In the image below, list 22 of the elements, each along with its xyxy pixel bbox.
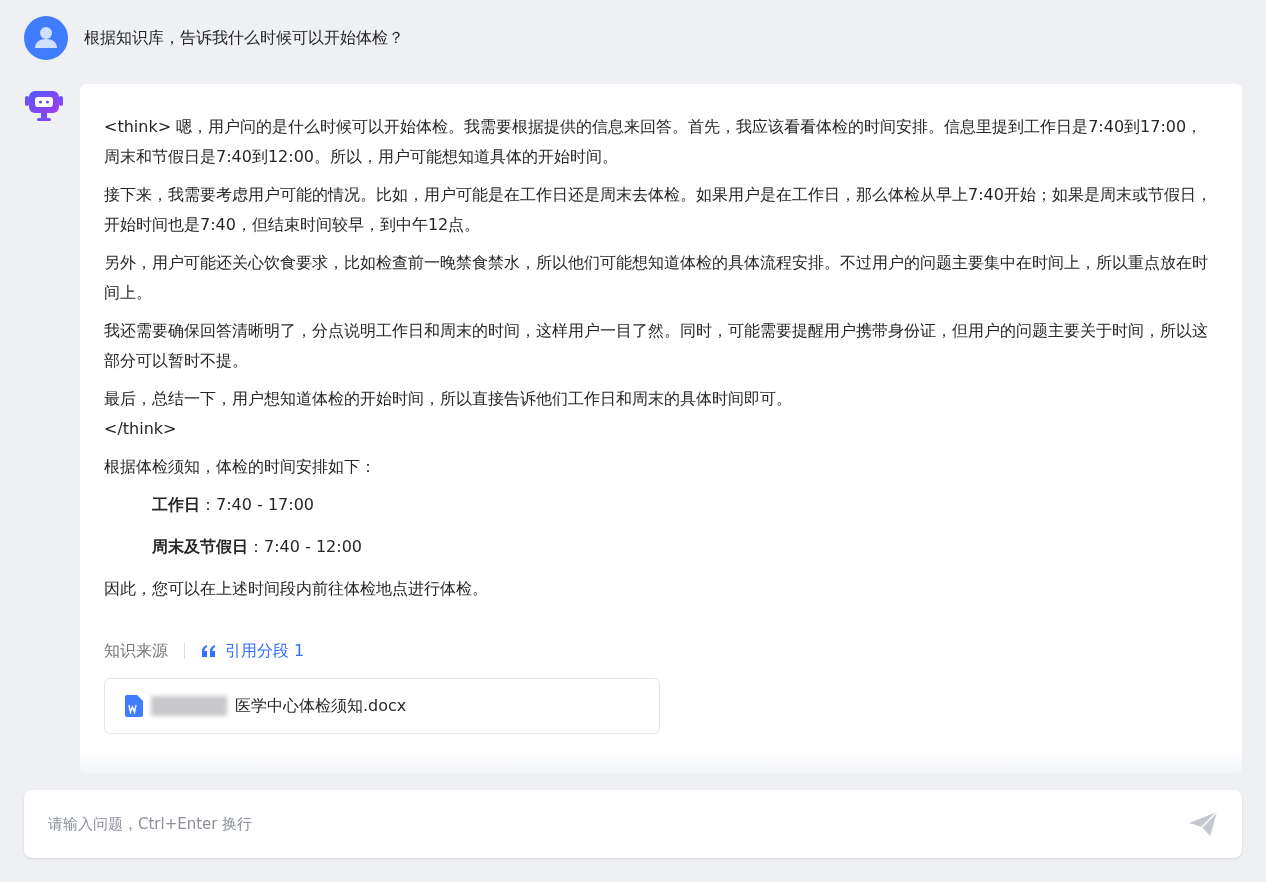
think-close-tag: </think> [104,414,1218,444]
schedule-item: 周末及节假日：7:40 - 12:00 [151,536,363,558]
send-icon[interactable] [1188,811,1218,837]
robot-avatar-icon [24,88,64,124]
think-paragraph: 最后，总结一下，用户想知道体检的开始时间，所以直接告诉他们工作日和周末的具体时间即可。 [104,388,793,410]
sources-label: 知识来源 [104,640,168,662]
question-input[interactable]: 请输入问题，Ctrl+Enter 换行 [48,812,1188,836]
think-paragraph: 我还需要确保回答清晰明了，分点说明工作日和周末的时间，这样用户一目了然。同时，可能需要提醒用户携带身份证，但用户的问题主要关于时间，所以这部分可以暂时不提。 [104,320,1209,372]
user-message: 根据知识库，告诉我什么时候可以开始体检？ [84,27,404,49]
file-name: 医学中心体检须知.docx [235,695,407,717]
answer-intro: 根据体检须知，体检的时间安排如下： [104,456,377,478]
think-paragraph: <think> 嗯，用户问的是什么时候可以开始体检。我需要根据提供的信息来回答。首先，我应该看看体检的时间安排。信息里提到工作日是7:40到17:00，周末和节假日是7:40到12:00。所以，用户可能想知道具体的开始时间。 [104,116,1204,168]
answer-conclusion: 因此，您可以在上述时间段内前往体检地点进行体检。 [104,578,489,600]
user-avatar-icon [24,16,68,60]
question-field[interactable]: 请输入问题，Ctrl+Enter 换行 [24,790,1242,858]
think-paragraph: 接下来，我需要考虑用户可能的情况。比如，用户可能是在工作日还是周末去体检。如果用户是在工作日，那么体检从早上7:40开始；如果是周末或节假日，开始时间也是7:40，但结束时间较早，到中午12点。 [104,184,1213,236]
schedule-item: 工作日：7:40 - 17:00 [151,494,315,516]
quote-icon [201,645,217,657]
file-card[interactable]: 医学中心体检须知.docx [104,678,660,734]
citation-link[interactable]: 引用分段 1 [201,636,305,666]
think-paragraph: 另外，用户可能还关心饮食要求，比如检查前一晚禁食禁水，所以他们可能想知道体检的具体流程安排。不过用户的问题主要集中在时间上，所以重点放在时间上。 [104,252,1209,304]
word-file-icon [125,695,143,717]
